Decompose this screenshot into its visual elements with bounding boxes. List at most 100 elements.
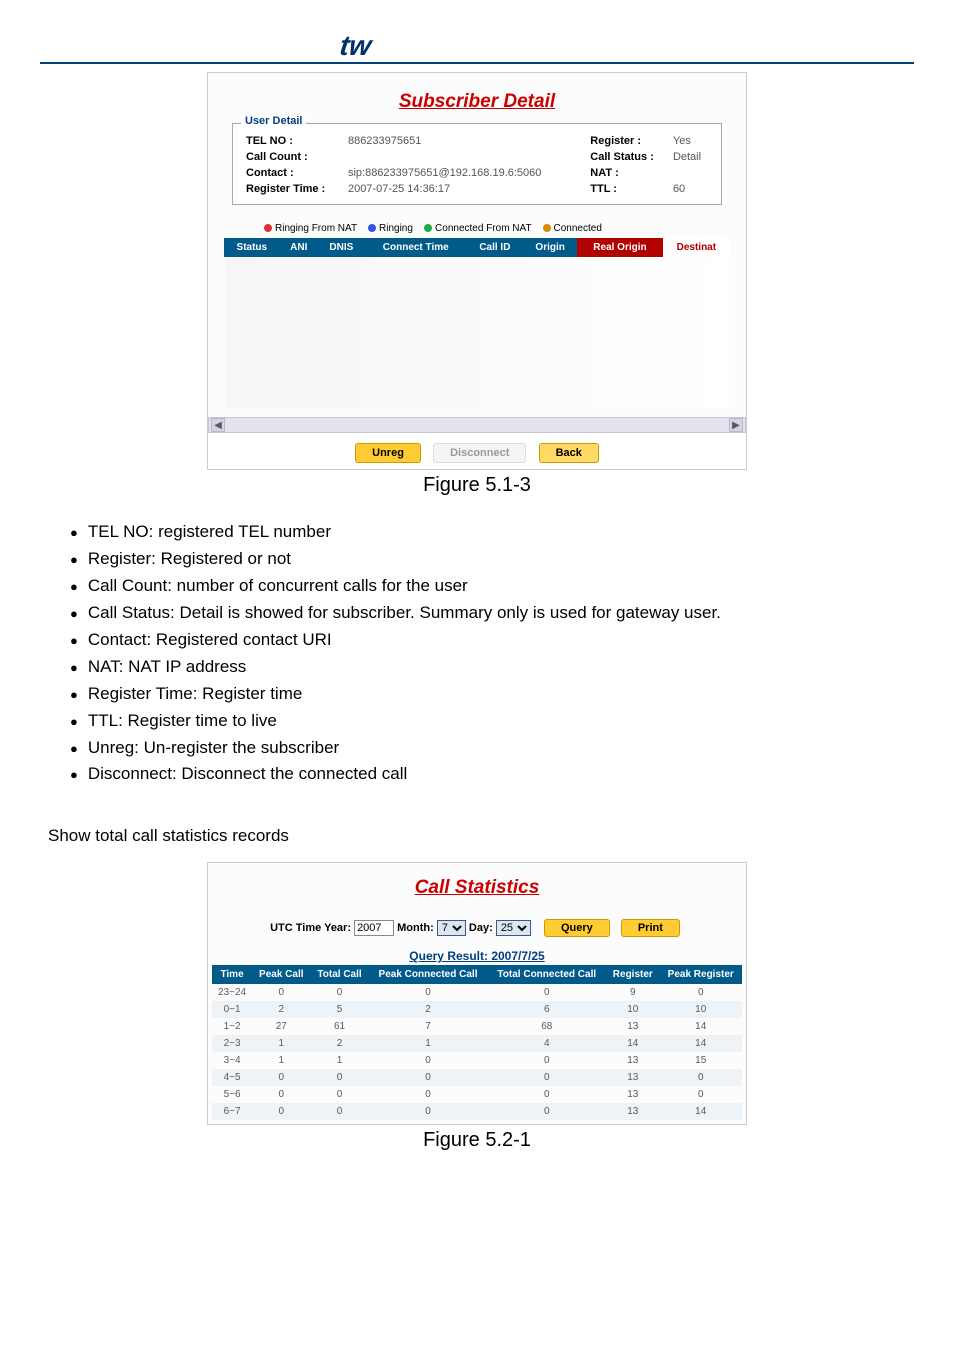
table-cell: 68 xyxy=(487,1018,606,1035)
callcount-label: Call Count : xyxy=(246,151,308,163)
month-label: Month: xyxy=(397,922,434,934)
table-cell: 5~6 xyxy=(212,1086,252,1103)
col-connect-time: Connect Time xyxy=(365,238,467,257)
table-cell: 0 xyxy=(369,1052,488,1069)
back-button[interactable]: Back xyxy=(539,443,599,463)
figure-caption-2: Figure 5.2-1 xyxy=(40,1129,914,1152)
table-cell: 3~4 xyxy=(212,1052,252,1069)
horizontal-scrollbar[interactable]: ◀ ▶ xyxy=(208,417,746,433)
document-header: tw xyxy=(40,20,914,64)
day-select[interactable]: 25 xyxy=(496,920,531,936)
col-header: Total Connected Call xyxy=(487,965,606,984)
scroll-left-icon[interactable]: ◀ xyxy=(211,418,225,432)
list-item: Call Count: number of concurrent calls f… xyxy=(70,575,914,598)
col-call-id: Call ID xyxy=(467,238,523,257)
telno-label: TEL NO : xyxy=(246,135,293,147)
table-cell: 5 xyxy=(310,1001,368,1018)
table-row: 5~60000130 xyxy=(212,1086,742,1103)
table-cell: 7 xyxy=(369,1018,488,1035)
table-cell: 2~3 xyxy=(212,1035,252,1052)
table-cell: 14 xyxy=(659,1035,742,1052)
col-header: Total Call xyxy=(310,965,368,984)
table-cell: 2 xyxy=(369,1001,488,1018)
dot-connected-icon xyxy=(543,224,551,232)
logo: tw xyxy=(340,30,371,62)
utc-year-label: UTC Time Year: xyxy=(270,922,351,934)
dot-ringing-icon xyxy=(368,224,376,232)
page-title: Call Statistics xyxy=(212,875,742,919)
callstatus-value: Detail xyxy=(673,151,701,163)
table-cell: 0 xyxy=(487,984,606,1001)
table-cell: 1 xyxy=(252,1035,310,1052)
table-cell: 14 xyxy=(606,1035,659,1052)
table-cell: 15 xyxy=(659,1052,742,1069)
year-input[interactable] xyxy=(354,920,394,936)
list-item: NAT: NAT IP address xyxy=(70,656,914,679)
contact-value: sip:886233975651@192.168.19.6:5060 xyxy=(348,167,541,179)
table-cell: 0 xyxy=(252,1103,310,1120)
table-row: 3~411001315 xyxy=(212,1052,742,1069)
table-row: 2~312141414 xyxy=(212,1035,742,1052)
logo-icon: tw xyxy=(338,30,374,62)
regtime-label: Register Time : xyxy=(246,183,325,195)
day-label: Day: xyxy=(469,922,493,934)
disconnect-button[interactable]: Disconnect xyxy=(433,443,526,463)
list-item: Contact: Registered contact URI xyxy=(70,629,914,652)
query-button[interactable]: Query xyxy=(544,919,610,937)
legend-connected-nat: Connected From NAT xyxy=(435,223,531,234)
table-cell: 0 xyxy=(369,1069,488,1086)
col-dnis: DNIS xyxy=(318,238,365,257)
table-cell: 14 xyxy=(659,1018,742,1035)
list-item: TEL NO: registered TEL number xyxy=(70,521,914,544)
scroll-right-icon[interactable]: ▶ xyxy=(729,418,743,432)
section-intro: Show total call statistics records xyxy=(48,826,914,846)
table-cell: 6 xyxy=(487,1001,606,1018)
register-label: Register : xyxy=(590,135,641,147)
col-header: Peak Connected Call xyxy=(369,965,488,984)
table-cell: 0 xyxy=(369,984,488,1001)
list-item: TTL: Register time to live xyxy=(70,710,914,733)
table-cell: 0 xyxy=(487,1052,606,1069)
table-cell: 9 xyxy=(606,984,659,1001)
table-cell: 0 xyxy=(310,984,368,1001)
table-cell: 13 xyxy=(606,1103,659,1120)
button-row: Unreg Disconnect Back xyxy=(208,433,746,469)
table-row: 6~700001314 xyxy=(212,1103,742,1120)
legend-ringing-nat: Ringing From NAT xyxy=(275,223,357,234)
nat-label: NAT : xyxy=(590,167,619,179)
col-header: Peak Register xyxy=(659,965,742,984)
table-cell: 0 xyxy=(369,1103,488,1120)
table-cell: 23~24 xyxy=(212,984,252,1001)
col-header: Peak Call xyxy=(252,965,310,984)
call-table-body-empty xyxy=(225,258,729,408)
table-cell: 10 xyxy=(659,1001,742,1018)
table-row: 0~125261010 xyxy=(212,1001,742,1018)
table-cell: 0 xyxy=(659,1069,742,1086)
list-item: Register Time: Register time xyxy=(70,683,914,706)
table-cell: 0 xyxy=(487,1069,606,1086)
fieldset-legend: User Detail xyxy=(241,115,306,127)
table-cell: 0 xyxy=(487,1086,606,1103)
table-cell: 13 xyxy=(606,1086,659,1103)
description-list: TEL NO: registered TEL number Register: R… xyxy=(70,521,914,786)
table-cell: 4~5 xyxy=(212,1069,252,1086)
dot-connected-nat-icon xyxy=(424,224,432,232)
contact-label: Contact : xyxy=(246,167,294,179)
list-item: Register: Registered or not xyxy=(70,548,914,571)
list-item: Call Status: Detail is showed for subscr… xyxy=(70,602,914,625)
table-cell: 0~1 xyxy=(212,1001,252,1018)
unreg-button[interactable]: Unreg xyxy=(355,443,421,463)
month-select[interactable]: 7 xyxy=(437,920,466,936)
table-row: 1~227617681314 xyxy=(212,1018,742,1035)
table-cell: 4 xyxy=(487,1035,606,1052)
print-button[interactable]: Print xyxy=(621,919,680,937)
call-table: Status ANI DNIS Connect Time Call ID Ori… xyxy=(224,238,730,409)
table-cell: 0 xyxy=(659,1086,742,1103)
col-real-origin: Real Origin xyxy=(577,238,662,257)
table-cell: 0 xyxy=(659,984,742,1001)
status-legend: Ringing From NAT Ringing Connected From … xyxy=(224,205,730,238)
table-cell: 1 xyxy=(369,1035,488,1052)
table-cell: 1 xyxy=(310,1052,368,1069)
user-detail-fieldset: User Detail TEL NO : 886233975651 Regist… xyxy=(232,123,722,205)
query-controls: UTC Time Year: Month: 7 Day: 25 Query Pr… xyxy=(212,919,742,947)
